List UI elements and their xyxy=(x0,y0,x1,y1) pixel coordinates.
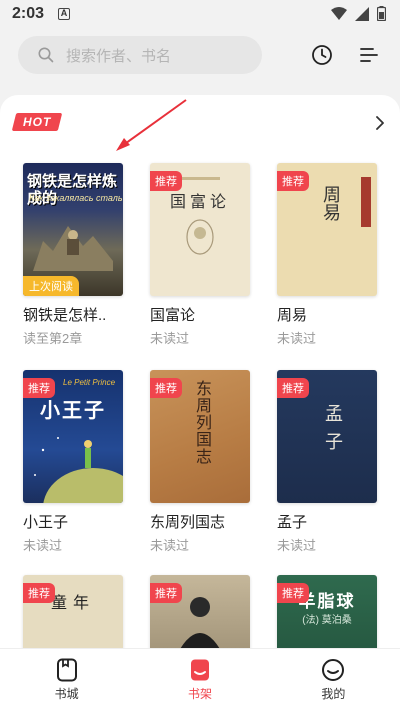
book-cover[interactable]: 周易 推荐 xyxy=(277,163,377,296)
book-cover[interactable]: 推荐 xyxy=(150,575,250,655)
book-item[interactable]: 周易 推荐 周易 未读过 xyxy=(277,163,377,347)
book-title: 国富论 xyxy=(150,307,196,324)
book-item[interactable]: 东周列国志 推荐 东周列国志 未读过 xyxy=(150,370,250,554)
cover-subtitle: Как закалялась сталь xyxy=(29,193,123,203)
read-status: 读至第2章 xyxy=(23,331,83,346)
history-button[interactable] xyxy=(308,41,336,69)
chevron-right-icon[interactable] xyxy=(374,113,386,133)
book-item[interactable]: 童年 推荐 xyxy=(23,575,123,655)
book-title: 孟子 xyxy=(277,514,308,531)
bookstore-icon xyxy=(56,658,77,682)
cover-subtitle: Le Petit Prince xyxy=(63,378,116,387)
bookshelf-icon xyxy=(190,659,209,681)
cover-title: 周易 xyxy=(320,185,341,221)
read-status: 未读过 xyxy=(277,538,317,553)
recommend-tag: 推荐 xyxy=(150,378,182,398)
cover-spine-label xyxy=(361,177,371,227)
read-status: 未读过 xyxy=(150,331,190,346)
recommend-tag: 推荐 xyxy=(277,171,309,191)
nav-label: 书架 xyxy=(187,687,212,701)
book-item[interactable]: 钢铁是怎样炼成的 Как закалялась сталь 上次阅读 钢铁是怎样… xyxy=(23,163,123,347)
recommend-tag: 推荐 xyxy=(277,378,309,398)
book-cover[interactable]: 童年 推荐 xyxy=(23,575,123,655)
search-icon xyxy=(38,47,54,63)
nav-profile[interactable]: 我的 xyxy=(267,649,400,710)
book-title: 小王子 xyxy=(23,514,69,531)
read-status: 未读过 xyxy=(150,538,190,553)
book-title: 钢铁是怎样.. xyxy=(23,307,107,324)
recommend-tag: 推荐 xyxy=(150,583,182,603)
book-title: 周易 xyxy=(277,307,308,324)
recommend-tag: 推荐 xyxy=(150,171,182,191)
profile-icon xyxy=(322,659,345,681)
book-cover[interactable]: Le Petit Prince 小王子 推荐 xyxy=(23,370,123,503)
nav-label: 书城 xyxy=(54,687,79,701)
cover-rule xyxy=(180,177,220,180)
recommend-tag: 推荐 xyxy=(23,378,55,398)
menu-button[interactable] xyxy=(355,41,383,69)
book-title: 东周列国志 xyxy=(150,514,226,531)
book-cover[interactable]: 孟子 推荐 xyxy=(277,370,377,503)
book-cover[interactable]: 东周列国志 推荐 xyxy=(150,370,250,503)
search-placeholder: 搜索作者、书名 xyxy=(66,47,172,65)
menu-icon xyxy=(360,48,378,62)
nav-label: 我的 xyxy=(321,687,346,701)
hot-badge-label: HOT xyxy=(22,115,52,129)
book-cover[interactable]: 羊脂球 (法) 莫泊桑 推荐 xyxy=(277,575,377,655)
signal-icon xyxy=(355,6,369,21)
read-status: 未读过 xyxy=(23,538,63,553)
cover-illustration xyxy=(186,219,214,255)
cover-title: 小王子 xyxy=(40,400,106,422)
status-bar: 2:03 A xyxy=(0,0,400,28)
recommend-tag: 推荐 xyxy=(23,583,55,603)
clock-icon xyxy=(312,45,332,65)
book-cover[interactable]: 钢铁是怎样炼成的 Как закалялась сталь 上次阅读 xyxy=(23,163,123,296)
cover-title: 国富论 xyxy=(169,192,230,211)
cover-illustration xyxy=(34,437,123,503)
battery-icon xyxy=(377,6,386,21)
book-item[interactable]: 国富论 推荐 国富论 未读过 xyxy=(150,163,250,347)
cover-author: (法) 莫泊桑 xyxy=(302,615,352,626)
book-item[interactable]: 孟子 推荐 孟子 未读过 xyxy=(277,370,377,554)
hot-badge: HOT xyxy=(11,113,63,131)
last-read-tag: 上次阅读 xyxy=(23,276,79,296)
nav-bookshelf[interactable]: 书架 xyxy=(133,649,266,710)
notification-icon: A xyxy=(58,8,71,20)
recommend-tag: 推荐 xyxy=(277,583,309,603)
annotation-arrow xyxy=(116,99,187,151)
cover-illustration xyxy=(33,226,113,271)
cover-title: 东周列国志 xyxy=(193,380,212,465)
book-item[interactable]: 推荐 xyxy=(150,575,250,655)
read-status: 未读过 xyxy=(277,331,317,346)
search-input[interactable]: 搜索作者、书名 xyxy=(18,36,262,74)
bottom-nav: 书城 书架 我的 xyxy=(0,648,400,710)
cover-title: 孟子 xyxy=(322,404,343,460)
book-item[interactable]: 羊脂球 (法) 莫泊桑 推荐 xyxy=(277,575,377,655)
nav-bookstore[interactable]: 书城 xyxy=(0,649,133,710)
cover-illustration xyxy=(180,597,220,649)
status-indicators xyxy=(331,6,386,21)
bookshelf-panel: HOT 钢铁是怎样炼成的 Как закалялась сталь 上次阅读 钢… xyxy=(0,95,400,655)
book-item[interactable]: Le Petit Prince 小王子 推荐 小王子 未读过 xyxy=(23,370,123,554)
wifi-icon xyxy=(331,6,347,20)
status-time: 2:03 xyxy=(12,5,45,22)
book-cover[interactable]: 国富论 推荐 xyxy=(150,163,250,296)
